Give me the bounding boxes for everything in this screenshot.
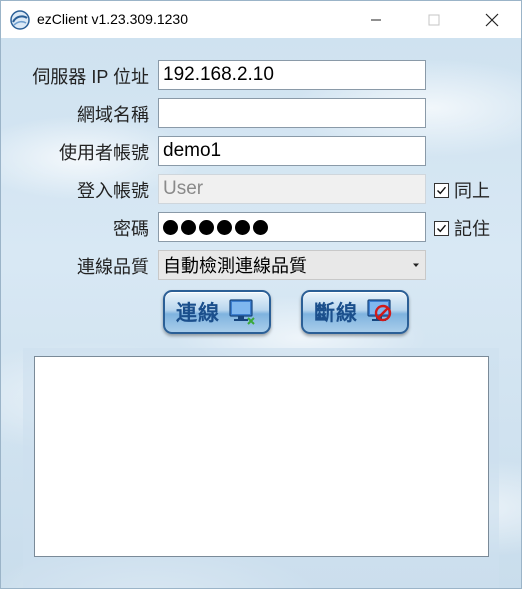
connect-button[interactable]: 連線	[163, 290, 271, 334]
close-button[interactable]	[463, 1, 521, 38]
login-account-input[interactable]: User	[158, 174, 426, 204]
login-account-label: 登入帳號	[77, 181, 149, 201]
password-mask-dot	[253, 219, 268, 235]
window-title: ezClient v1.23.309.1230	[37, 11, 188, 27]
password-mask-dot	[181, 219, 196, 235]
password-mask-dot	[199, 219, 214, 235]
remember-checkbox[interactable]: 記住	[434, 215, 490, 241]
chevron-down-icon	[413, 263, 419, 267]
password-mask	[163, 219, 268, 235]
maximize-button[interactable]	[405, 1, 463, 38]
remember-label: 記住	[454, 219, 490, 239]
checkmark-icon	[437, 186, 447, 194]
username-value: demo1	[163, 140, 222, 161]
quality-select[interactable]: 自動檢測連線品質	[158, 250, 426, 280]
disconnect-button[interactable]: 斷線	[301, 290, 409, 334]
monitor-disconnect-icon	[367, 299, 392, 322]
password-mask-dot	[163, 219, 178, 235]
password-mask-dot	[217, 219, 232, 235]
close-icon	[485, 13, 499, 26]
main-content: 伺服器 IP 位址 192.168.2.10 網域名稱 使用者帳號 demo1 …	[1, 38, 521, 588]
same-as-above-checkbox[interactable]: 同上	[434, 177, 490, 203]
maximize-icon	[428, 14, 440, 25]
server-ip-input[interactable]: 192.168.2.10	[158, 60, 426, 90]
password-mask-dot	[235, 219, 250, 235]
login-account-placeholder: User	[163, 178, 204, 199]
minimize-icon	[371, 19, 381, 20]
ezclient-logo-icon	[10, 10, 30, 30]
domain-label: 網域名稱	[77, 105, 149, 125]
monitor-connect-icon	[229, 299, 255, 325]
log-textarea[interactable]	[34, 356, 489, 557]
server-ip-label: 伺服器 IP 位址	[32, 67, 149, 87]
username-label: 使用者帳號	[59, 143, 149, 163]
same-as-above-label: 同上	[454, 181, 490, 201]
server-ip-value: 192.168.2.10	[163, 64, 274, 85]
password-input[interactable]	[158, 212, 426, 242]
domain-input[interactable]	[158, 98, 426, 128]
minimize-button[interactable]	[347, 1, 405, 38]
title-bar[interactable]: ezClient v1.23.309.1230	[1, 1, 521, 38]
remember-checkbox-box[interactable]	[434, 220, 449, 236]
ezclient-window: ezClient v1.23.309.1230 伺服器 IP 位址 192.16…	[0, 0, 522, 589]
disconnect-button-label: 斷線	[314, 301, 358, 325]
connect-button-label: 連線	[176, 301, 220, 325]
quality-label: 連線品質	[77, 257, 149, 277]
password-label: 密碼	[113, 219, 149, 239]
same-as-above-checkbox-box[interactable]	[434, 182, 449, 198]
quality-selected-value: 自動檢測連線品質	[163, 256, 307, 276]
username-input[interactable]: demo1	[158, 136, 426, 166]
checkmark-icon	[437, 224, 447, 232]
